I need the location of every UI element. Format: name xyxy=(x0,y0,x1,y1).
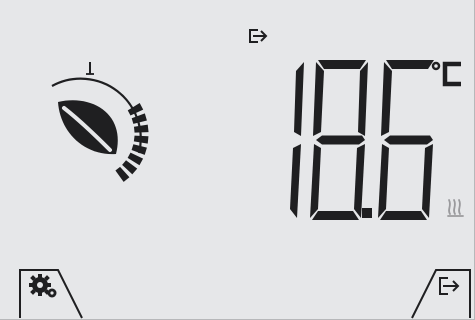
dial-level-segment xyxy=(133,135,149,144)
digit-segment-c xyxy=(290,144,301,218)
settings-button[interactable] xyxy=(14,266,84,320)
thermostat-screen: 18.6 °C xyxy=(0,0,475,320)
dial-level-segment xyxy=(131,113,147,124)
temperature-display xyxy=(290,60,434,220)
dial-level-segment xyxy=(133,124,149,133)
digit-segment-c xyxy=(422,144,433,218)
digit-segment-g xyxy=(384,135,433,145)
digit-segment-d xyxy=(312,211,359,220)
decimal-point xyxy=(362,208,372,218)
digit-segment-f xyxy=(381,62,392,136)
digit-segment-b xyxy=(358,62,368,136)
unit-celsius xyxy=(431,61,461,87)
exit-button[interactable] xyxy=(410,266,475,320)
dial-level-segment xyxy=(122,160,138,175)
digit-segment-e xyxy=(310,144,321,218)
digit-segment-c xyxy=(354,144,365,218)
digit-segment-g xyxy=(316,135,365,145)
exit-mode-icon xyxy=(249,29,268,43)
temperature-digit xyxy=(310,60,368,220)
temperature-unit: °C xyxy=(0,0,1,1)
digit-segment-b xyxy=(294,62,304,136)
digit-segment-e xyxy=(378,144,389,218)
dial-level-segment xyxy=(127,152,144,166)
digit-segment-d xyxy=(380,211,427,220)
setpoint-dial[interactable] xyxy=(14,58,174,188)
dial-level-segment xyxy=(131,144,147,155)
leaf-icon xyxy=(58,100,118,155)
dial-level-segment xyxy=(115,166,130,182)
exit-icon xyxy=(439,277,460,295)
gears-icon xyxy=(29,274,57,298)
digit-segment-a xyxy=(386,60,434,69)
temperature-value: 18.6 xyxy=(0,0,1,1)
temperature-digit xyxy=(378,60,434,220)
digit-segment-f xyxy=(313,62,324,136)
digit-segment-a xyxy=(318,60,366,69)
temperature-digit xyxy=(290,62,304,218)
heat-waves-icon xyxy=(447,199,464,217)
